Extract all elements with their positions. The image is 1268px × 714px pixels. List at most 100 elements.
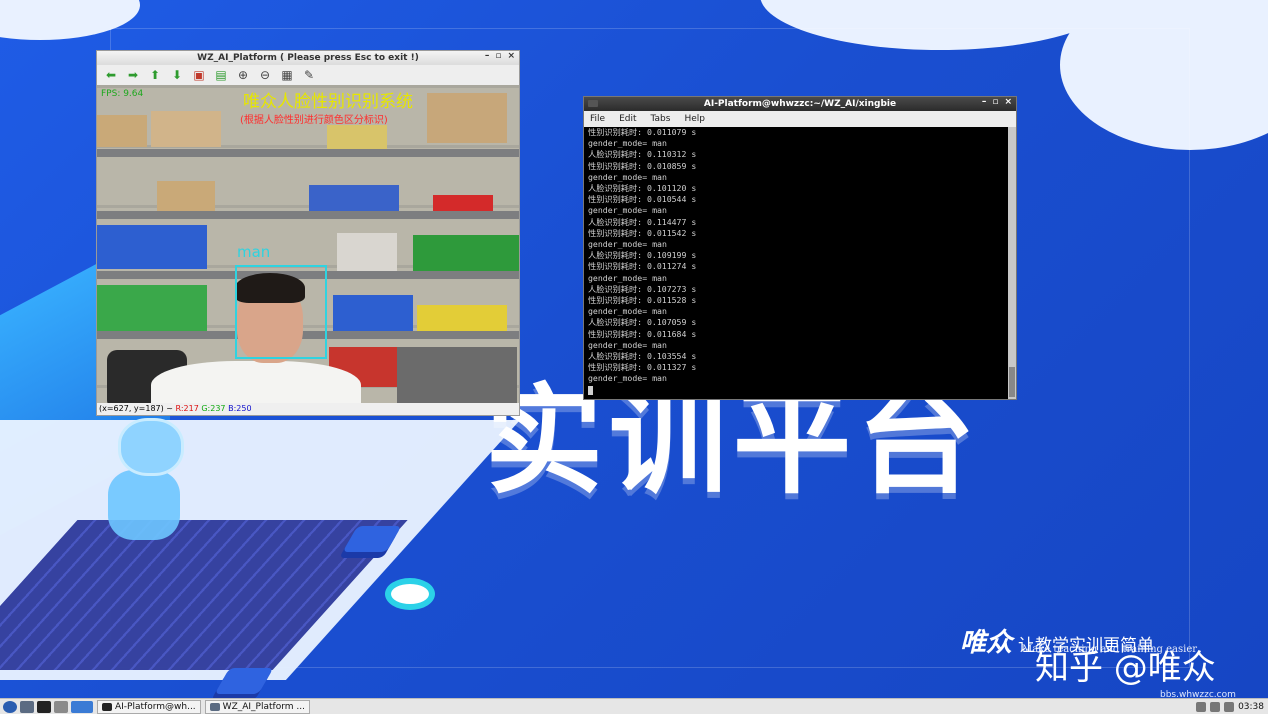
- zoom-out-icon[interactable]: ⊖: [257, 68, 273, 82]
- taskbar-task-terminal[interactable]: AI-Platform@wh...: [97, 699, 201, 714]
- terminal-window[interactable]: AI-Platform@whwzzc:~/WZ_AI/xingbie – ▫ ×…: [583, 96, 1017, 400]
- terminal-line: gender_mode= man: [588, 205, 667, 216]
- terminal-line: 性别识别耗时: 0.011684 s: [588, 328, 697, 339]
- terminal-menubar: File Edit Tabs Help: [584, 111, 1016, 127]
- battery-icon[interactable]: [1224, 701, 1235, 712]
- text-cursor: [588, 385, 593, 395]
- maximize-button[interactable]: ▫: [495, 51, 501, 61]
- bin: [433, 195, 493, 211]
- terminal-line: 性别识别耗时: 0.011528 s: [588, 295, 697, 306]
- minimize-button[interactable]: –: [982, 97, 987, 107]
- maximize-button[interactable]: ▫: [992, 97, 998, 107]
- terminal-line: 性别识别耗时: 0.011274 s: [588, 261, 697, 272]
- terminal-icon: [588, 100, 598, 107]
- terminal-line: 人脸识别耗时: 0.103554 s: [588, 351, 697, 362]
- menu-file[interactable]: File: [590, 114, 605, 124]
- arrow-down-icon[interactable]: ⬇: [169, 68, 185, 82]
- face-detection-box: [235, 265, 327, 359]
- terminal-line: 人脸识别耗时: 0.109199 s: [588, 250, 697, 261]
- gender-label: man: [237, 243, 271, 261]
- terminal-title: AI-Platform@whwzzc:~/WZ_AI/xingbie: [703, 99, 897, 109]
- terminal-line: 性别识别耗时: 0.010859 s: [588, 160, 697, 171]
- person-body: [151, 361, 361, 403]
- terminal-line: 性别识别耗时: 0.011327 s: [588, 362, 697, 373]
- robot-illustration: [108, 470, 180, 540]
- box: [151, 111, 221, 147]
- terminal-titlebar[interactable]: AI-Platform@whwzzc:~/WZ_AI/xingbie – ▫ ×: [584, 97, 1016, 111]
- terminal-line: 人脸识别耗时: 0.107059 s: [588, 317, 697, 328]
- bin: [417, 305, 507, 331]
- overlay-subtitle: (根据人脸性别进行颜色区分标识): [240, 115, 388, 126]
- terminal-line: gender_mode= man: [588, 306, 667, 317]
- box: [327, 125, 387, 149]
- scrollbar-thumb[interactable]: [1009, 367, 1015, 397]
- box: [427, 93, 507, 143]
- terminal-launcher-icon[interactable]: [37, 700, 51, 713]
- arrow-up-icon[interactable]: ⬆: [147, 68, 163, 82]
- watermark-url: bbs.whwzzc.com: [1160, 690, 1236, 698]
- terminal-line: gender_mode= man: [588, 239, 667, 250]
- bin: [97, 285, 207, 331]
- minimize-button[interactable]: –: [485, 51, 490, 61]
- volume-icon[interactable]: [1210, 701, 1221, 712]
- system-tray: 03:38: [1196, 701, 1268, 712]
- taskbar-task-camera[interactable]: WZ_AI_Platform ...: [204, 699, 310, 714]
- image-toolbar: ⬅ ➡ ⬆ ⬇ ▣ ▤ ⊕ ⊖ ▦ ✎: [97, 65, 519, 85]
- menu-edit[interactable]: Edit: [619, 114, 636, 124]
- close-button[interactable]: ×: [507, 51, 515, 61]
- shelf: [97, 211, 519, 219]
- camera-window-titlebar[interactable]: WZ_AI_Platform ( Please press Esc to exi…: [97, 51, 519, 65]
- zoom-in-icon[interactable]: ⊕: [235, 68, 251, 82]
- file-manager-icon[interactable]: [20, 700, 34, 713]
- terminal-line: gender_mode= man: [588, 171, 667, 182]
- task-label: WZ_AI_Platform ...: [222, 701, 305, 712]
- terminal-cursor-line: [588, 385, 1012, 396]
- camera-window-title: WZ_AI_Platform ( Please press Esc to exi…: [197, 53, 419, 63]
- terminal-line: 人脸识别耗时: 0.110312 s: [588, 149, 697, 160]
- cursor-coordinates: (x=627, y=187) ~: [99, 404, 176, 413]
- box: [157, 181, 215, 211]
- brand-logo: 唯众: [960, 628, 1013, 658]
- taskbar: AI-Platform@wh... WZ_AI_Platform ... 03:…: [0, 698, 1268, 714]
- desktop-switcher-icon[interactable]: [71, 700, 93, 713]
- arrow-left-icon[interactable]: ⬅: [103, 68, 119, 82]
- photo-icon[interactable]: ▤: [213, 68, 229, 82]
- terminal-line: gender_mode= man: [588, 373, 667, 384]
- pixel-blue-value: B:250: [228, 404, 252, 413]
- ring-decoration: [385, 578, 435, 610]
- arrow-right-icon[interactable]: ➡: [125, 68, 141, 82]
- bin: [413, 235, 519, 271]
- close-button[interactable]: ×: [1004, 97, 1012, 107]
- camera-window[interactable]: WZ_AI_Platform ( Please press Esc to exi…: [96, 50, 520, 416]
- window-icon: [209, 702, 220, 711]
- disk-icon[interactable]: ▦: [279, 68, 295, 82]
- brush-icon[interactable]: ✎: [301, 68, 317, 82]
- terminal-line: 性别识别耗时: 0.011079 s: [588, 127, 697, 137]
- network-icon[interactable]: [1196, 701, 1207, 712]
- terminal-icon: [102, 702, 112, 711]
- windows-icon[interactable]: [54, 700, 68, 713]
- terminal-output[interactable]: 性别识别耗时: 0.011079 s gender_mode= man 人脸识别…: [584, 127, 1016, 399]
- bin: [309, 185, 399, 211]
- box: [97, 115, 147, 147]
- save-image-icon[interactable]: ▣: [191, 68, 207, 82]
- bin: [97, 225, 207, 269]
- terminal-line: 人脸识别耗时: 0.101120 s: [588, 183, 697, 194]
- robot-head-illustration: [118, 418, 184, 476]
- shelf: [97, 149, 519, 157]
- fps-counter: FPS: 9.64: [101, 89, 144, 99]
- camera-feed[interactable]: man FPS: 9.64 唯众人脸性别识别系统 (根据人脸性别进行颜色区分标识…: [97, 85, 519, 403]
- terminal-line: 人脸识别耗时: 0.114477 s: [588, 216, 697, 227]
- cables: [397, 347, 517, 403]
- start-menu-icon[interactable]: [3, 700, 17, 713]
- terminal-line: gender_mode= man: [588, 272, 667, 283]
- overlay-title: 唯众人脸性别识别系统: [243, 92, 413, 112]
- pixel-red-value: R:217: [175, 404, 199, 413]
- menu-help[interactable]: Help: [684, 114, 705, 124]
- task-label: AI-Platform@wh...: [115, 701, 196, 712]
- terminal-line: gender_mode= man: [588, 339, 667, 350]
- menu-tabs[interactable]: Tabs: [651, 114, 671, 124]
- watermark: 知乎 @唯众: [1035, 648, 1216, 688]
- clock[interactable]: 03:38: [1238, 702, 1264, 712]
- terminal-scrollbar[interactable]: [1008, 127, 1016, 399]
